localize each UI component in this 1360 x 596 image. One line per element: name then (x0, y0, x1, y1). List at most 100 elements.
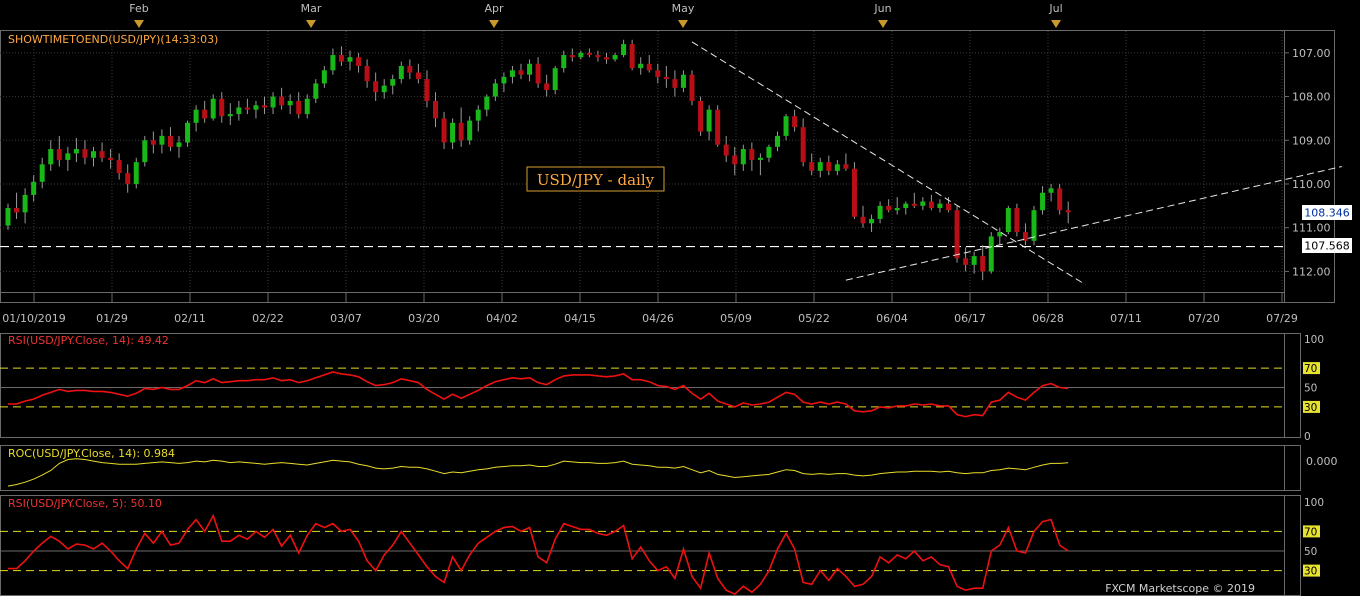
candle-body (5, 208, 11, 226)
candle-body (450, 122, 456, 143)
candle-body (911, 203, 917, 206)
trendline (845, 166, 1342, 281)
candle-body (82, 149, 88, 158)
candle-body (1065, 210, 1071, 213)
candle-body (193, 109, 199, 123)
candle-body (73, 149, 79, 154)
rsi5-label: RSI(USD/JPY.Close, 5): 50.10 (8, 497, 162, 510)
indicator-line (8, 371, 1069, 418)
candle-body (783, 116, 789, 136)
candle-body (150, 140, 156, 145)
panel-y-tick-label: 0 (1304, 431, 1311, 443)
candle-body (749, 149, 755, 160)
candle-body (928, 201, 934, 209)
candle-body (886, 205, 892, 211)
candle-body (244, 107, 250, 110)
y-tick-label: 108.00 (1292, 91, 1331, 104)
x-tick-label: 07/20 (1188, 312, 1220, 325)
candle-body (108, 157, 114, 160)
candle-body (219, 98, 225, 117)
candle-body (954, 210, 960, 259)
candle-body (561, 55, 567, 69)
y-tick-label: 110.00 (1292, 178, 1331, 191)
candle-body (116, 159, 122, 174)
panel-y-tick-label: 50 (1304, 546, 1317, 558)
y-tick-label: 112.00 (1292, 265, 1331, 278)
rsi5-plot: 100 70 50 30 (0, 497, 1324, 596)
trendline (691, 41, 1086, 285)
candle-body (775, 135, 780, 147)
candle-body (903, 203, 909, 209)
candle-body (202, 109, 208, 119)
candle-body (544, 83, 550, 91)
candle-body (125, 173, 131, 184)
candle-body (569, 55, 575, 58)
candle-body (415, 72, 421, 80)
candle-body (167, 135, 173, 147)
rsi5-panel-frame (0, 495, 1285, 596)
candle-body (518, 70, 524, 75)
roc-panel-frame (0, 445, 1285, 491)
month-marker-triangle (678, 20, 688, 28)
candle-body (458, 122, 464, 141)
month-marker-triangle (306, 20, 316, 28)
candlestick-series (5, 39, 1071, 281)
month-label-jul: Jul (1048, 2, 1062, 15)
x-tick-label: 04/02 (486, 312, 518, 325)
x-tick-label: 04/15 (564, 312, 596, 325)
indicator-label: SHOWTIMETOEND(USD/JPY)(14:33:03) (8, 33, 218, 46)
rsi14-label: RSI(USD/JPY.Close, 14): 49.42 (8, 334, 169, 347)
price-axis-frame (1284, 30, 1335, 303)
x-tick-label: 02/22 (252, 312, 284, 325)
month-label-jun: Jun (873, 2, 891, 15)
candle-body (270, 96, 276, 108)
candle-body (185, 122, 191, 143)
candle-body (527, 63, 533, 75)
candle-body (321, 70, 327, 84)
candle-body (826, 162, 832, 171)
candle-body (706, 109, 712, 132)
price-panel: 112.00 111.00 110.00 109.00 108.00 107.00 SHO… (0, 30, 1352, 303)
candle-body (1014, 208, 1020, 233)
month-label-may: May (672, 2, 695, 15)
candle-body (39, 164, 45, 182)
candle-body (552, 68, 558, 91)
candle-body (621, 44, 627, 56)
x-tick-label: 04/26 (642, 312, 674, 325)
panel-y-tick-label: 70 (1304, 526, 1317, 538)
candle-body (433, 100, 438, 119)
candle-body (946, 203, 951, 211)
candle-body (364, 65, 370, 82)
candle-body (287, 100, 293, 106)
chart-canvas: Feb Mar Apr May Jun Jul 112.00 111.00 110.00 109… (0, 2, 1352, 596)
candle-body (1040, 192, 1046, 211)
candle-body (31, 181, 37, 195)
candle-body (253, 105, 259, 110)
x-tick-label: 07/11 (1110, 312, 1142, 325)
candle-body (313, 83, 319, 99)
x-tick-label: 02/11 (174, 312, 206, 325)
rsi5-axis-frame (1284, 495, 1301, 596)
rsi14-panel-frame (0, 333, 1285, 438)
candle-body (663, 76, 669, 80)
candle-body (304, 98, 310, 115)
candle-body (740, 149, 746, 165)
x-tick-label: 05/22 (798, 312, 830, 325)
candle-body (937, 203, 943, 209)
x-tick-label: 06/17 (954, 312, 986, 325)
candle-body (638, 63, 644, 69)
candle-body (330, 55, 336, 71)
candle-body (509, 70, 515, 77)
candle-body (176, 142, 182, 147)
candle-body (604, 57, 609, 60)
candle-body (356, 57, 362, 66)
candle-body (347, 57, 353, 62)
month-marker-triangle (134, 20, 144, 28)
panel-y-tick-label: 30 (1304, 566, 1317, 578)
candle-body (689, 74, 695, 101)
y-tick-label: 111.00 (1292, 222, 1331, 235)
month-label-feb: Feb (129, 2, 148, 15)
candle-body (800, 127, 806, 163)
candle-body (1031, 210, 1037, 241)
candle-body (715, 109, 721, 145)
